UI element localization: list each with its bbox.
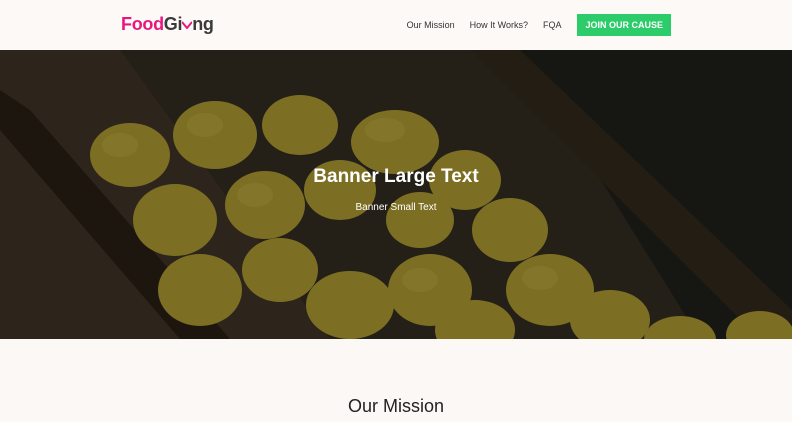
logo[interactable]: FoodGi ng (121, 12, 214, 36)
logo-food-text: Food (121, 14, 164, 34)
heart-icon (182, 21, 193, 29)
banner-subtitle: Banner Small Text (355, 202, 437, 213)
nav-our-mission[interactable]: Our Mission (407, 14, 455, 36)
site-header: FoodGi ng Our Mission How It Works? FQA J… (0, 0, 792, 50)
hero-banner: Banner Large Text Banner Small Text (0, 50, 792, 339)
nav-fqa[interactable]: FQA (543, 14, 562, 36)
join-our-cause-button[interactable]: JOIN OUR CAUSE (577, 14, 671, 36)
mission-section: Our Mission (0, 339, 792, 422)
mission-title: Our Mission (347, 396, 445, 416)
main-nav: Our Mission How It Works? FQA JOIN OUR C… (392, 14, 671, 36)
banner-title: Banner Large Text (313, 166, 479, 187)
banner-overlay (0, 50, 792, 339)
nav-how-it-works[interactable]: How It Works? (470, 14, 528, 36)
logo-giving-text: Gi ng (163, 14, 214, 34)
